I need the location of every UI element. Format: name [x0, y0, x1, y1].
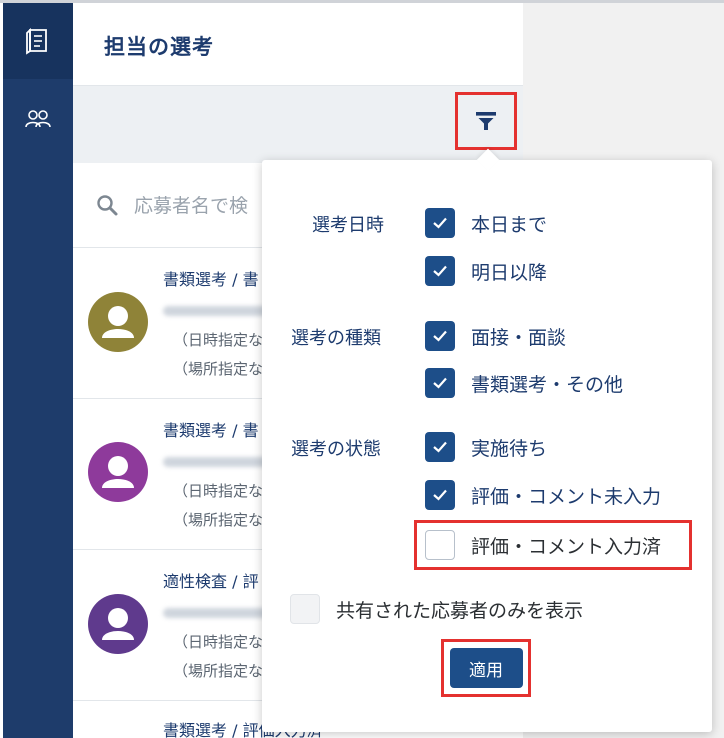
check-icon: [433, 489, 447, 501]
option-eval-not-entered[interactable]: 評価・コメント未入力: [425, 479, 661, 511]
user-icon: [102, 306, 134, 338]
sidebar-item-applicants[interactable]: [3, 99, 73, 139]
app-window: 担当の選考 応募者名で検 書類選考 / 書 （日時指定な （場所指定な 書類選考…: [0, 0, 724, 738]
option-label: 実施待ち: [471, 437, 548, 460]
check-icon: [433, 330, 447, 342]
item-datetime: （日時指定な: [173, 633, 264, 651]
option-shared-only[interactable]: 共有された応募者のみを表示: [290, 592, 583, 626]
applicant-name-blurred: [163, 306, 273, 316]
option-label: 明日以降: [471, 261, 548, 284]
option-pending[interactable]: 実施待ち: [425, 431, 547, 463]
search-placeholder: 応募者名で検: [134, 195, 249, 217]
option-label: 面接・面談: [471, 326, 567, 349]
search-icon: [97, 195, 118, 216]
apply-highlight: 適用: [441, 639, 531, 697]
user-icon: [102, 456, 134, 488]
applicant-name-blurred: [163, 608, 273, 618]
item-title: 書類選考 / 書: [163, 270, 259, 289]
apply-button[interactable]: 適用: [449, 648, 523, 688]
sidebar: [3, 3, 73, 738]
app-logo[interactable]: [3, 3, 73, 79]
checkbox-checked[interactable]: [425, 208, 455, 238]
check-icon: [433, 217, 447, 229]
checkbox-checked[interactable]: [425, 368, 455, 398]
user-icon: [102, 608, 134, 640]
check-icon: [433, 377, 447, 389]
item-place: （場所指定な: [173, 662, 264, 680]
group-label-date: 選考日時: [312, 215, 384, 236]
avatar: [88, 594, 148, 654]
item-datetime: （日時指定な: [173, 331, 264, 349]
check-icon: [433, 265, 447, 277]
avatar: [88, 292, 148, 352]
option-label: 書類選考・その他: [471, 373, 624, 396]
item-place: （場所指定な: [173, 511, 264, 529]
option-label: 評価・コメント未入力: [471, 485, 662, 508]
filter-icon: [476, 112, 496, 130]
checkbox-unchecked[interactable]: [425, 530, 455, 560]
option-document-other[interactable]: 書類選考・その他: [425, 367, 623, 399]
item-datetime: （日時指定な: [173, 482, 264, 500]
filter-button[interactable]: [455, 92, 517, 150]
filter-popover: 選考日時 本日まで 明日以降 選考の種類 面接・面談 書類選考・その他 選考の状…: [262, 148, 712, 732]
option-tomorrow-onward[interactable]: 明日以降: [425, 255, 547, 287]
checkbox-checked[interactable]: [425, 432, 455, 462]
option-until-today[interactable]: 本日まで: [425, 207, 547, 239]
group-label-status: 選考の状態: [291, 439, 381, 460]
option-label: 共有された応募者のみを表示: [336, 599, 584, 622]
option-eval-entered[interactable]: 評価・コメント入力済: [425, 529, 661, 561]
item-title: 書類選考 / 書: [163, 421, 259, 440]
item-title: 適性検査 / 評: [163, 572, 259, 591]
checkbox-unchecked[interactable]: [290, 594, 320, 624]
checkbox-checked[interactable]: [425, 256, 455, 286]
option-label: 評価・コメント入力済: [471, 535, 662, 558]
item-place: （場所指定な: [173, 360, 264, 378]
checkbox-checked[interactable]: [425, 480, 455, 510]
group-label-type: 選考の種類: [291, 328, 381, 349]
people-icon: [25, 110, 51, 128]
page-title: 担当の選考: [104, 35, 214, 59]
header: 担当の選考: [73, 3, 523, 86]
checkbox-checked[interactable]: [425, 321, 455, 351]
option-interview[interactable]: 面接・面談: [425, 320, 566, 352]
avatar: [88, 442, 148, 502]
check-icon: [433, 441, 447, 453]
book-icon: [26, 27, 47, 55]
applicant-name-blurred: [163, 457, 273, 467]
option-label: 本日まで: [471, 213, 548, 236]
